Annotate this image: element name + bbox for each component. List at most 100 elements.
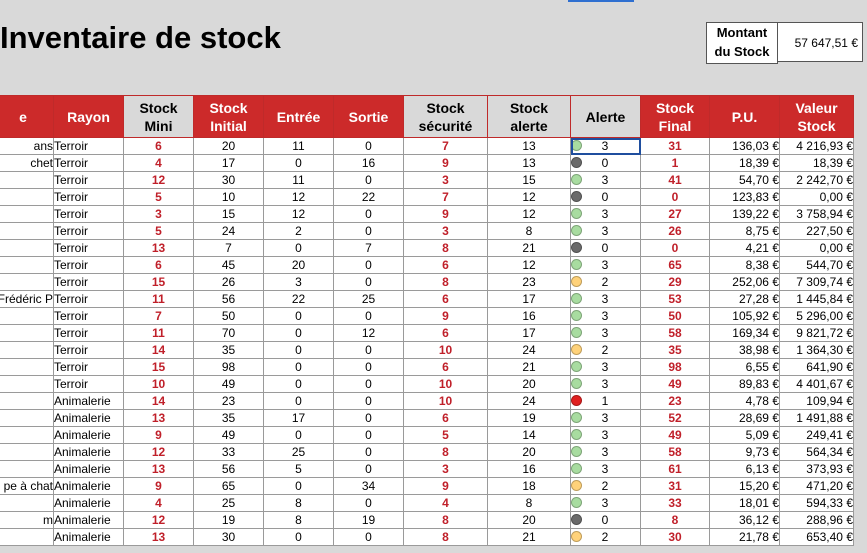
cell-stock-initial[interactable]: 35 [193, 341, 264, 359]
cell-valeur-stock[interactable]: 1 364,30 € [779, 341, 854, 359]
cell-sortie[interactable]: 12 [333, 324, 404, 342]
cell-stock-mini[interactable]: 12 [123, 511, 194, 529]
cell-pu[interactable]: 4,78 € [709, 392, 780, 410]
cell-article[interactable] [0, 341, 54, 359]
cell-sortie[interactable]: 0 [333, 222, 404, 240]
col-header-valeur-stock[interactable]: Valeur Stock [779, 95, 854, 138]
cell-article[interactable] [0, 188, 54, 206]
cell-pu[interactable]: 169,34 € [709, 324, 780, 342]
cell-stock-final[interactable]: 26 [640, 222, 710, 240]
cell-sortie[interactable]: 25 [333, 290, 404, 308]
cell-rayon[interactable]: Animalerie [53, 443, 124, 461]
cell-article[interactable] [0, 307, 54, 325]
cell-pu[interactable]: 38,98 € [709, 341, 780, 359]
cell-valeur-stock[interactable]: 227,50 € [779, 222, 854, 240]
col-header-sortie[interactable]: Sortie [333, 95, 404, 138]
cell-stock-mini[interactable]: 15 [123, 273, 194, 291]
cell-pu[interactable]: 105,92 € [709, 307, 780, 325]
cell-stock-securite[interactable]: 10 [403, 392, 488, 410]
cell-stock-alerte[interactable]: 21 [487, 358, 571, 376]
cell-sortie[interactable]: 0 [333, 171, 404, 189]
cell-stock-securite[interactable]: 8 [403, 273, 488, 291]
cell-entree[interactable]: 0 [263, 375, 334, 393]
cell-stock-alerte[interactable]: 17 [487, 324, 571, 342]
cell-alerte[interactable]: 3 [570, 426, 641, 444]
cell-valeur-stock[interactable]: 594,33 € [779, 494, 854, 512]
cell-stock-securite[interactable]: 4 [403, 494, 488, 512]
cell-entree[interactable]: 0 [263, 154, 334, 172]
cell-stock-mini[interactable]: 12 [123, 443, 194, 461]
cell-pu[interactable]: 123,83 € [709, 188, 780, 206]
cell-article[interactable]: ans [0, 137, 54, 155]
cell-stock-alerte[interactable]: 12 [487, 205, 571, 223]
cell-alerte[interactable]: 2 [570, 477, 641, 495]
cell-stock-final[interactable]: 1 [640, 154, 710, 172]
cell-sortie[interactable]: 0 [333, 341, 404, 359]
cell-stock-initial[interactable]: 45 [193, 256, 264, 274]
cell-stock-alerte[interactable]: 8 [487, 222, 571, 240]
cell-article[interactable] [0, 358, 54, 376]
cell-stock-mini[interactable]: 9 [123, 426, 194, 444]
cell-stock-mini[interactable]: 10 [123, 375, 194, 393]
cell-valeur-stock[interactable]: 288,96 € [779, 511, 854, 529]
cell-rayon[interactable]: Animalerie [53, 392, 124, 410]
cell-stock-mini[interactable]: 11 [123, 324, 194, 342]
cell-stock-securite[interactable]: 3 [403, 460, 488, 478]
cell-stock-mini[interactable]: 9 [123, 477, 194, 495]
cell-rayon[interactable]: Terroir [53, 358, 124, 376]
cell-stock-final[interactable]: 29 [640, 273, 710, 291]
cell-sortie[interactable]: 0 [333, 426, 404, 444]
cell-sortie[interactable]: 0 [333, 494, 404, 512]
cell-stock-mini[interactable]: 13 [123, 460, 194, 478]
col-header-pu[interactable]: P.U. [709, 95, 780, 138]
cell-entree[interactable]: 11 [263, 137, 334, 155]
cell-stock-alerte[interactable]: 20 [487, 443, 571, 461]
cell-stock-final[interactable]: 58 [640, 443, 710, 461]
cell-stock-alerte[interactable]: 23 [487, 273, 571, 291]
cell-entree[interactable]: 0 [263, 358, 334, 376]
stock-amount-label[interactable]: Montant du Stock [706, 22, 778, 64]
cell-entree[interactable]: 20 [263, 256, 334, 274]
cell-stock-initial[interactable]: 24 [193, 222, 264, 240]
col-header-entree[interactable]: Entrée [263, 95, 334, 138]
cell-stock-final[interactable]: 31 [640, 477, 710, 495]
cell-entree[interactable]: 11 [263, 171, 334, 189]
cell-stock-initial[interactable]: 10 [193, 188, 264, 206]
cell-stock-securite[interactable]: 3 [403, 222, 488, 240]
cell-rayon[interactable]: Terroir [53, 307, 124, 325]
cell-sortie[interactable]: 0 [333, 137, 404, 155]
cell-stock-securite[interactable]: 8 [403, 239, 488, 257]
cell-valeur-stock[interactable]: 564,34 € [779, 443, 854, 461]
cell-rayon[interactable]: Terroir [53, 273, 124, 291]
col-header-alerte[interactable]: Alerte [570, 95, 641, 138]
cell-stock-mini[interactable]: 7 [123, 307, 194, 325]
cell-pu[interactable]: 18,39 € [709, 154, 780, 172]
cell-pu[interactable]: 27,28 € [709, 290, 780, 308]
cell-rayon[interactable]: Animalerie [53, 511, 124, 529]
cell-stock-initial[interactable]: 70 [193, 324, 264, 342]
cell-sortie[interactable]: 0 [333, 273, 404, 291]
cell-stock-initial[interactable]: 56 [193, 290, 264, 308]
cell-stock-securite[interactable]: 7 [403, 137, 488, 155]
cell-valeur-stock[interactable]: 109,94 € [779, 392, 854, 410]
cell-article[interactable] [0, 528, 54, 546]
cell-stock-securite[interactable]: 9 [403, 307, 488, 325]
cell-article[interactable] [0, 409, 54, 427]
cell-stock-alerte[interactable]: 8 [487, 494, 571, 512]
cell-stock-initial[interactable]: 33 [193, 443, 264, 461]
cell-alerte[interactable]: 0 [570, 154, 641, 172]
cell-stock-final[interactable]: 27 [640, 205, 710, 223]
cell-article[interactable] [0, 392, 54, 410]
cell-stock-securite[interactable]: 9 [403, 205, 488, 223]
cell-stock-alerte[interactable]: 12 [487, 256, 571, 274]
cell-stock-alerte[interactable]: 13 [487, 137, 571, 155]
cell-stock-securite[interactable]: 8 [403, 443, 488, 461]
cell-stock-mini[interactable]: 11 [123, 290, 194, 308]
cell-stock-final[interactable]: 50 [640, 307, 710, 325]
cell-pu[interactable]: 5,09 € [709, 426, 780, 444]
cell-entree[interactable]: 0 [263, 392, 334, 410]
cell-stock-mini[interactable]: 5 [123, 222, 194, 240]
cell-stock-initial[interactable]: 30 [193, 528, 264, 546]
cell-stock-securite[interactable]: 5 [403, 426, 488, 444]
cell-alerte[interactable]: 3 [570, 494, 641, 512]
